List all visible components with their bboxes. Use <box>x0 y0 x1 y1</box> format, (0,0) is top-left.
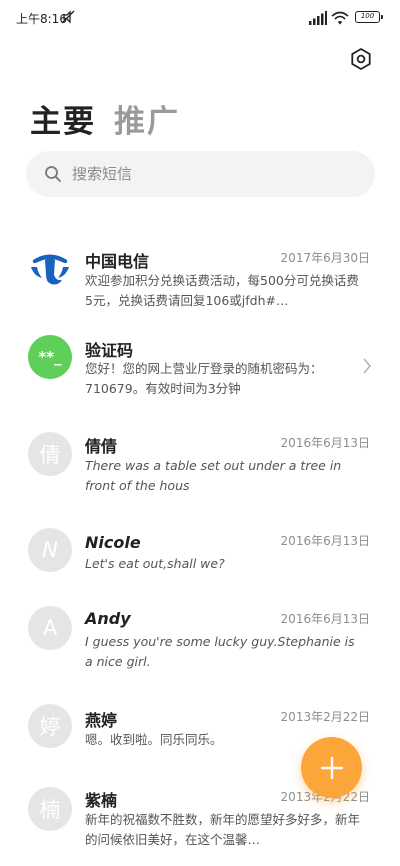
contact-name: 中国电信 <box>85 252 150 271</box>
contact-name: 燕婷 <box>85 711 118 730</box>
status-bar: 上午8:16 100 <box>0 0 400 34</box>
plus-icon <box>320 756 343 779</box>
chevron-right-icon[interactable] <box>362 357 372 375</box>
message-preview: 欢迎参加积分兑换话费活动，每500分可兑换话费5元，兑换话费请回复106或jfd… <box>85 273 359 308</box>
message-preview: There was a table set out under a tree i… <box>85 458 342 493</box>
tab-primary[interactable]: 主要 <box>30 96 96 141</box>
contact-name: 紫楠 <box>85 791 118 810</box>
message-date: 2016年6月13日 <box>280 436 370 450</box>
contact-name: 验证码 <box>85 341 134 360</box>
search-icon <box>45 166 61 182</box>
avatar: 倩 <box>28 432 72 476</box>
avatar: 楠 <box>28 787 72 831</box>
settings-button[interactable] <box>346 44 376 74</box>
message-preview: 您好！您的网上营业厅登录的随机密码为：710679。有效时间为3分钟 <box>85 361 323 396</box>
contact-name: 倩倩 <box>85 437 118 456</box>
avatar <box>28 245 72 289</box>
signal-icon <box>309 11 327 25</box>
message-date: 2016年6月13日 <box>280 612 370 626</box>
mute-icon <box>61 10 75 24</box>
message-row[interactable]: **_ 验证码 您好！您的网上营业厅登录的随机密码为：710679。有效时间为3… <box>0 325 400 405</box>
avatar: A <box>28 606 72 650</box>
message-row[interactable]: 中国电信 2017年6月30日 欢迎参加积分兑换话费活动，每500分可兑换话费5… <box>0 235 400 315</box>
message-row[interactable]: N Nicole 2016年6月13日 Let's eat out,shall … <box>0 523 400 593</box>
message-date: 2013年2月22日 <box>280 710 370 724</box>
contact-name: Nicole <box>85 533 141 552</box>
tab-bar: 主要 推广 <box>30 96 180 140</box>
wifi-icon <box>331 11 349 25</box>
search-input[interactable] <box>72 165 332 183</box>
tab-promotions[interactable]: 推广 <box>114 96 180 141</box>
message-row[interactable]: A Andy 2016年6月13日 I guess you're some lu… <box>0 600 400 680</box>
avatar: N <box>28 528 72 572</box>
search-bar[interactable] <box>26 151 375 197</box>
avatar: 婷 <box>28 704 72 748</box>
message-preview: Let's eat out,shall we? <box>85 556 225 571</box>
telecom-logo-icon <box>31 254 69 285</box>
message-date: 2016年6月13日 <box>280 534 370 548</box>
avatar: **_ <box>28 335 72 379</box>
gear-icon <box>351 48 371 70</box>
message-date: 2017年6月30日 <box>280 251 370 265</box>
compose-button[interactable] <box>301 737 362 798</box>
message-preview: 新年的祝福数不胜数，新年的愿望好多好多，新年的问候依旧美好，在这个温馨… <box>85 812 361 847</box>
message-preview: I guess you're some lucky guy.Stephanie … <box>85 634 355 669</box>
message-row[interactable]: 倩 倩倩 2016年6月13日 There was a table set ou… <box>0 423 400 503</box>
battery-icon: 100 <box>355 11 383 23</box>
contact-name: Andy <box>85 609 131 628</box>
